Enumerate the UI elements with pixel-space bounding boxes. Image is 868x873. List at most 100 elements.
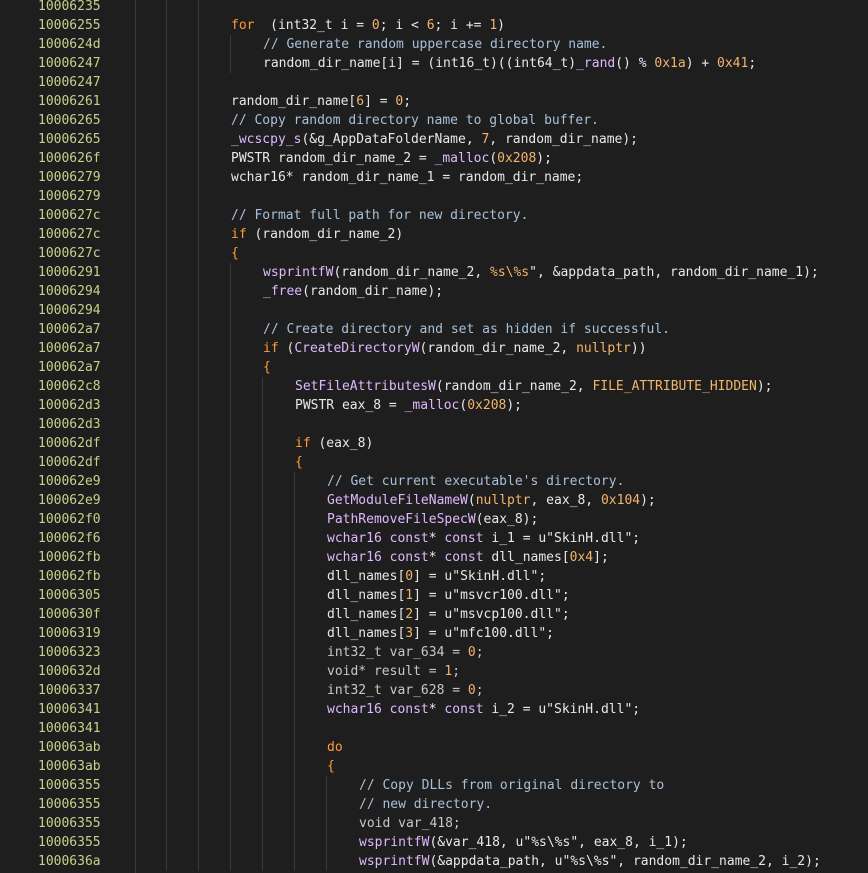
line-address: 100062f6 xyxy=(38,531,101,546)
code-line[interactable]: 100062c8 SetFileAttributesW(random_dir_na… xyxy=(0,377,868,396)
code-line[interactable]: 10006265 _wcscpy_s(&g_AppDataFolderName, … xyxy=(0,130,868,149)
code-token: random_dir_name_2 = xyxy=(270,151,435,166)
line-address: 1000627c xyxy=(38,208,101,223)
code-line[interactable]: 100062fb wchar16 const* const dll_names[0… xyxy=(0,548,868,567)
code-line[interactable]: 10006279 wchar16* random_dir_name_1 = ran… xyxy=(0,168,868,187)
code-token: (random_dir_name_2, xyxy=(419,341,577,356)
indent-guide xyxy=(230,339,231,358)
indent-guide xyxy=(166,225,167,244)
indent-guide xyxy=(294,586,295,605)
code-line[interactable]: 10006341 xyxy=(0,719,868,738)
code-line[interactable]: 10006355 // Copy DLLs from original direc… xyxy=(0,776,868,795)
code-line[interactable]: 100062e9 GetModuleFileNameW(nullptr, eax_… xyxy=(0,491,868,510)
indent-guide xyxy=(230,776,231,795)
line-address: 1000627c xyxy=(38,246,101,261)
code-token: (eax_8); xyxy=(475,512,539,527)
indent-guide xyxy=(262,776,263,795)
code-token: (random_dir_name_2) xyxy=(246,227,404,242)
code-text: SetFileAttributesW(random_dir_name_2, FI… xyxy=(295,377,772,396)
code-text: // Copy DLLs from original directory to xyxy=(359,776,664,795)
code-line[interactable]: 100063ab do xyxy=(0,738,868,757)
code-line[interactable]: 100062a7 // Create directory and set as h… xyxy=(0,320,868,339)
indent-guide xyxy=(198,453,199,472)
code-token: ( xyxy=(467,493,476,508)
code-line[interactable]: 10006247 xyxy=(0,73,868,92)
code-line[interactable]: 10006319 dll_names[3] = u"mfc100.dll"; xyxy=(0,624,868,643)
code-line[interactable]: 1000627c { xyxy=(0,244,868,263)
code-line[interactable]: 100062df { xyxy=(0,453,868,472)
code-token: ]; xyxy=(593,550,609,565)
code-line[interactable]: 10006255 for (int32_t i = 0; i < 6; i += … xyxy=(0,16,868,35)
code-line[interactable]: 100062d3 xyxy=(0,415,868,434)
code-line[interactable]: 100062a7 if (CreateDirectoryW(random_dir_… xyxy=(0,339,868,358)
code-text: { xyxy=(231,244,239,263)
code-line[interactable]: 1000624d // Generate random uppercase dir… xyxy=(0,35,868,54)
code-token: ; xyxy=(475,645,484,660)
indent-guide xyxy=(198,168,199,187)
indent-guide xyxy=(262,795,263,814)
code-line[interactable]: 10006265 // Copy random directory name to… xyxy=(0,111,868,130)
code-line[interactable]: 100062df if (eax_8) xyxy=(0,434,868,453)
code-token: void* result = xyxy=(327,664,445,679)
indent-guide xyxy=(262,529,263,548)
code-line[interactable]: 1000627c // Format full path for new dire… xyxy=(0,206,868,225)
code-token: * xyxy=(428,550,445,565)
indent-guide xyxy=(166,681,167,700)
code-line[interactable]: 100062f6 wchar16 const* const i_1 = u"Ski… xyxy=(0,529,868,548)
code-line[interactable]: 10006355 void var_418; xyxy=(0,814,868,833)
code-line[interactable]: 100063ab { xyxy=(0,757,868,776)
code-text: PWSTR eax_8 = _malloc(0x208); xyxy=(295,396,522,415)
code-line[interactable]: 10006261 random_dir_name[6] = 0; xyxy=(0,92,868,111)
code-token: nullptr xyxy=(475,493,531,508)
line-address: 10006235 xyxy=(38,0,101,14)
indent-guide xyxy=(166,358,167,377)
code-token: (random_dir_name); xyxy=(302,284,444,299)
code-text: void* result = 1; xyxy=(327,662,460,681)
code-line[interactable]: 100062e9 // Get current executable's dire… xyxy=(0,472,868,491)
code-token: 0 xyxy=(405,569,414,584)
code-token: (&appdata_path, u"%s\%s", random_dir_nam… xyxy=(429,854,821,869)
indent-guide xyxy=(198,35,199,54)
code-line[interactable]: 10006341 wchar16 const* const i_2 = u"Ski… xyxy=(0,700,868,719)
code-line[interactable]: 10006323 int32_t var_634 = 0; xyxy=(0,643,868,662)
code-token: CreateDirectoryW xyxy=(294,341,420,356)
code-line[interactable]: 1000632d void* result = 1; xyxy=(0,662,868,681)
decompiler-view[interactable]: 10006235 10006255 for (int32_t i = 0; i < … xyxy=(0,0,868,873)
code-token: const xyxy=(389,531,429,546)
line-address: 10006355 xyxy=(38,778,101,793)
code-line[interactable]: 1000630f dll_names[2] = u"msvcp100.dll"; xyxy=(0,605,868,624)
code-line[interactable]: 10006247 random_dir_name[i] = (int16_t)((… xyxy=(0,54,868,73)
code-line[interactable]: 100062fb dll_names[0] = u"SkinH.dll"; xyxy=(0,567,868,586)
indent-guide xyxy=(166,852,167,871)
code-line[interactable]: 10006355 // new directory. xyxy=(0,795,868,814)
code-token: if xyxy=(231,227,247,242)
code-token: ; xyxy=(475,683,484,698)
indent-guide xyxy=(198,586,199,605)
code-token: do xyxy=(327,740,343,755)
code-line[interactable]: 10006291 wsprintfW(random_dir_name_2, %s\… xyxy=(0,263,868,282)
code-line[interactable]: 10006337 int32_t var_628 = 0; xyxy=(0,681,868,700)
code-line[interactable]: 10006279 xyxy=(0,187,868,206)
code-line[interactable]: 10006294 xyxy=(0,301,868,320)
code-line[interactable]: 1000627c if (random_dir_name_2) xyxy=(0,225,868,244)
code-line[interactable]: 10006235 xyxy=(0,0,868,16)
indent-guide xyxy=(198,111,199,130)
indent-guide xyxy=(198,719,199,738)
code-token: { xyxy=(231,246,239,261)
indent-guide xyxy=(166,434,167,453)
code-text: // new directory. xyxy=(359,795,492,814)
line-address: 10006355 xyxy=(38,816,101,831)
code-line[interactable]: 1000626f PWSTR random_dir_name_2 = _mallo… xyxy=(0,149,868,168)
code-text: dll_names[1] = u"msvcr100.dll"; xyxy=(327,586,570,605)
code-line[interactable]: 100062d3 PWSTR eax_8 = _malloc(0x208); xyxy=(0,396,868,415)
code-line[interactable]: 10006355 wsprintfW(&var_418, u"%s\%s", ea… xyxy=(0,833,868,852)
code-line[interactable]: 10006305 dll_names[1] = u"msvcr100.dll"; xyxy=(0,586,868,605)
indent-guide xyxy=(198,187,199,206)
code-line[interactable]: 100062f0 PathRemoveFileSpecW(eax_8); xyxy=(0,510,868,529)
indent-guide xyxy=(166,567,167,586)
indent-guide xyxy=(198,833,199,852)
code-line[interactable]: 1000636a wsprintfW(&appdata_path, u"%s\%s… xyxy=(0,852,868,871)
indent-guide xyxy=(166,54,167,73)
code-line[interactable]: 10006294 _free(random_dir_name); xyxy=(0,282,868,301)
code-line[interactable]: 100062a7 { xyxy=(0,358,868,377)
